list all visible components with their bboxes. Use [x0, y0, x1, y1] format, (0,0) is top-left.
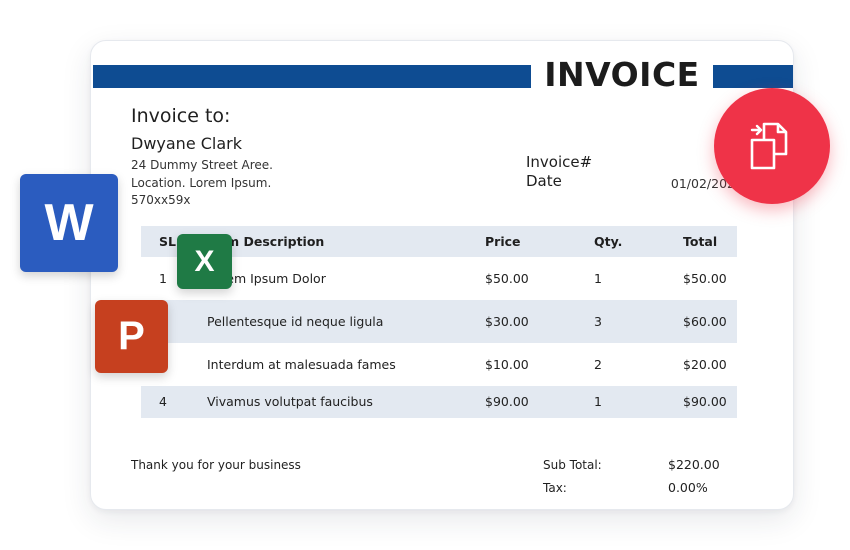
subtotal-label: Sub Total: [543, 458, 602, 472]
row-description: Pellentesque id neque ligula [207, 314, 384, 329]
invoice-date-label: Date [526, 172, 562, 190]
row-qty: 1 [594, 394, 602, 409]
invoice-to-heading: Invoice to: [131, 105, 231, 127]
row-price: $50.00 [485, 271, 529, 286]
subtotal-value: $220.00 [668, 457, 720, 472]
row-total: $50.00 [683, 271, 727, 286]
header-qty: Qty. [594, 234, 623, 249]
stage: INVOICE Invoice to: Dwyane Clark 24 Dumm… [0, 0, 850, 550]
excel-icon[interactable]: X [177, 234, 232, 289]
row-qty: 1 [594, 271, 602, 286]
tax-label: Tax: [543, 481, 567, 495]
invoice-title: INVOICE [544, 55, 700, 94]
table-row: 3 Interdum at malesuada fames $10.00 2 $… [141, 343, 737, 386]
convert-button[interactable] [714, 88, 830, 204]
table-row: 2 Pellentesque id neque ligula $30.00 3 … [141, 300, 737, 343]
row-total: $90.00 [683, 394, 727, 409]
powerpoint-icon[interactable]: P [95, 300, 168, 373]
word-letter: W [44, 194, 94, 252]
row-price: $90.00 [485, 394, 529, 409]
address-line-1: 24 Dummy Street Aree. [131, 158, 273, 172]
row-sl: 4 [159, 394, 167, 409]
row-description: Interdum at malesuada fames [207, 357, 396, 372]
header-band-right [713, 65, 793, 88]
row-price: $10.00 [485, 357, 529, 372]
client-name: Dwyane Clark [131, 134, 243, 153]
header-price: Price [485, 234, 521, 249]
header-band-left [93, 65, 531, 88]
address-line-3: 570xx59x [131, 193, 191, 207]
document-convert-icon [750, 122, 788, 170]
row-qty: 2 [594, 357, 602, 372]
row-price: $30.00 [485, 314, 529, 329]
word-icon[interactable]: W [20, 174, 118, 272]
row-qty: 3 [594, 314, 602, 329]
row-description: Vivamus volutpat faucibus [207, 394, 373, 409]
invoice-number-label: Invoice# [526, 153, 593, 171]
thank-you-note: Thank you for your business [131, 458, 301, 472]
excel-letter: X [194, 244, 215, 278]
tax-value: 0.00% [668, 480, 708, 495]
row-total: $20.00 [683, 357, 727, 372]
table-row: 4 Vivamus volutpat faucibus $90.00 1 $90… [141, 386, 737, 418]
header-total: Total [683, 234, 718, 249]
row-total: $60.00 [683, 314, 727, 329]
address-line-2: Location. Lorem Ipsum. [131, 176, 272, 190]
row-sl: 1 [159, 271, 167, 286]
powerpoint-letter: P [118, 314, 145, 358]
